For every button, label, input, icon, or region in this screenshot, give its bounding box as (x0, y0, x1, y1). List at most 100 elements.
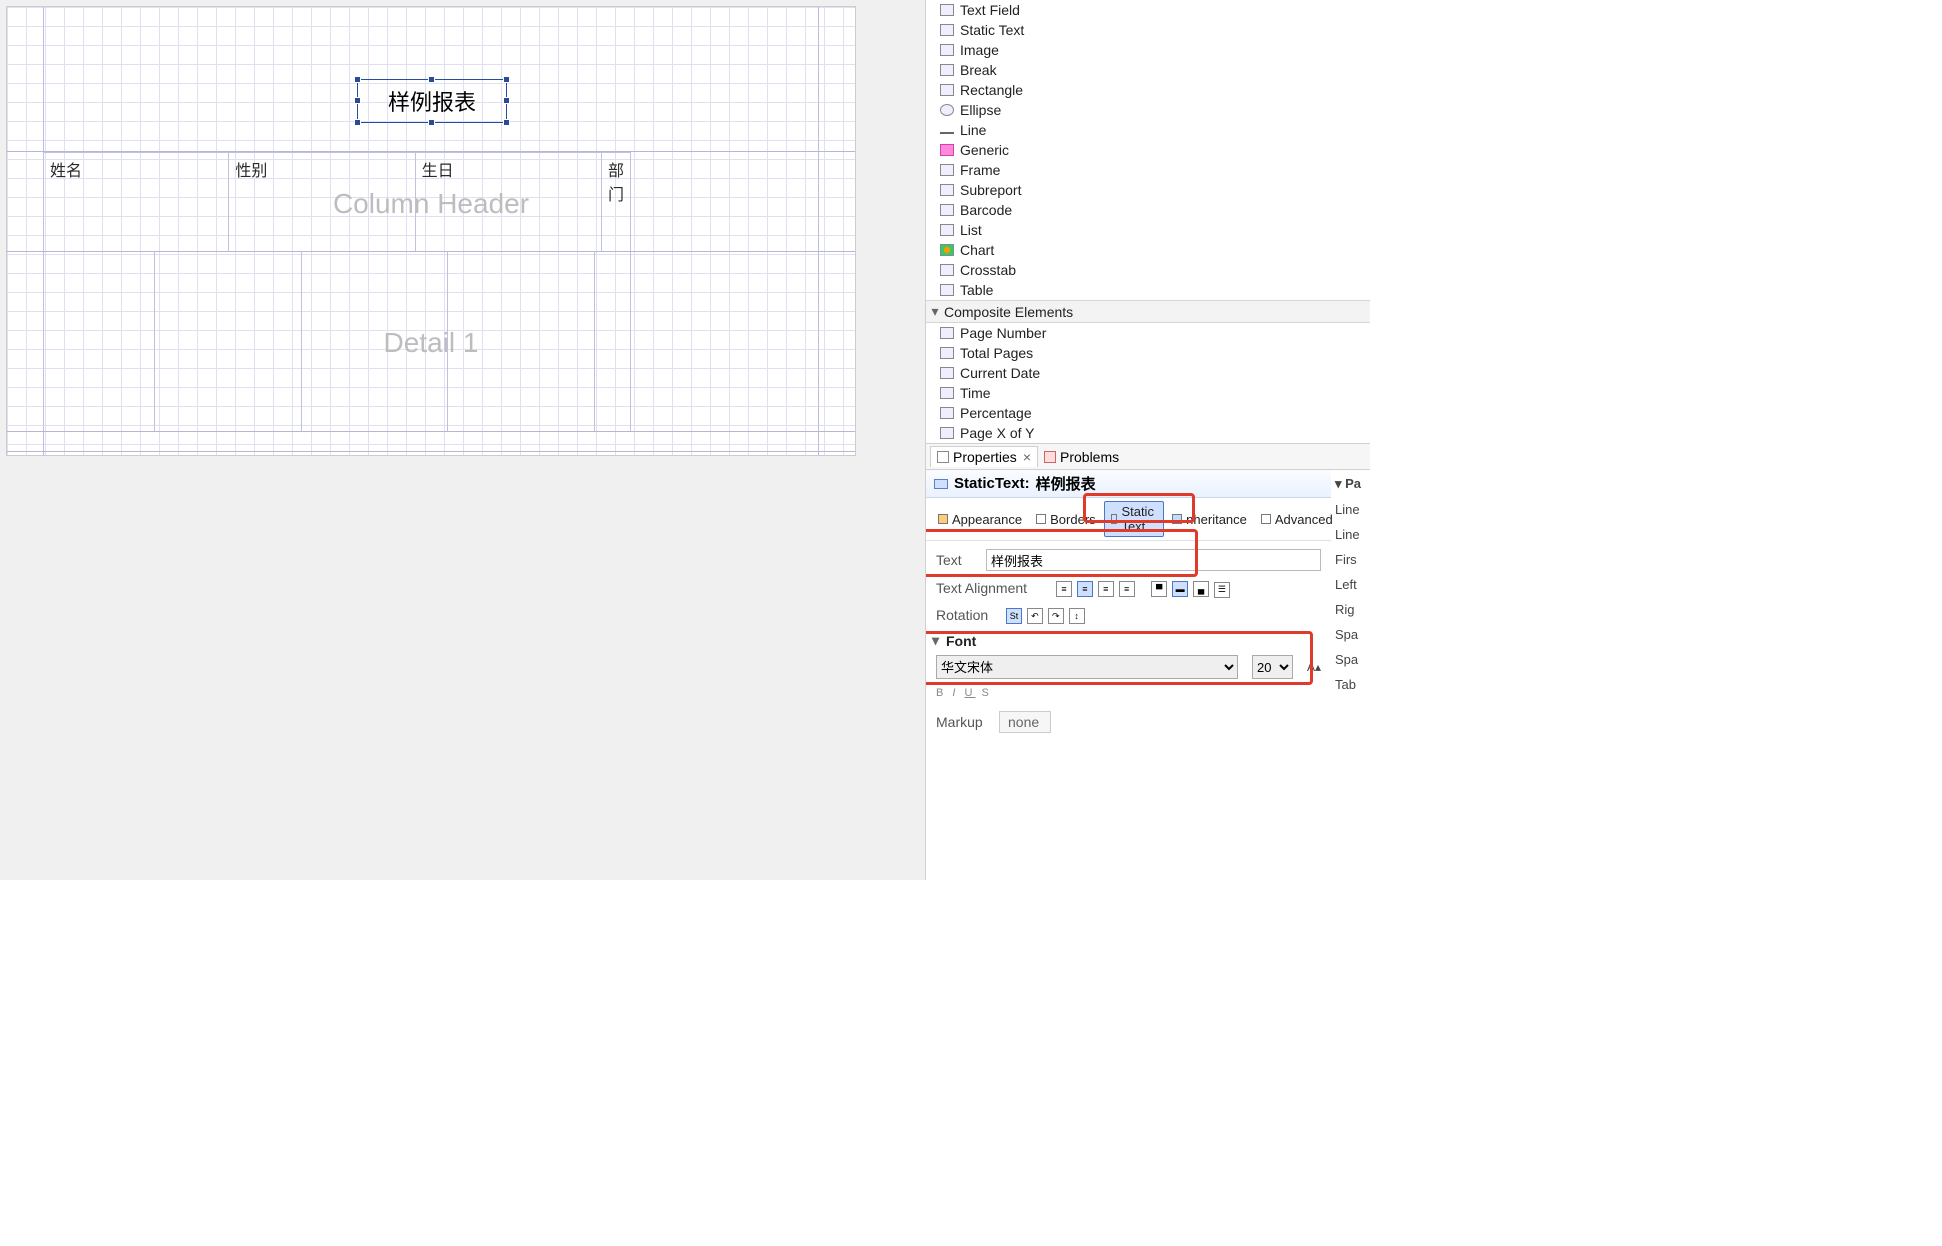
valign-middle-button[interactable]: ▬ (1172, 581, 1188, 597)
palette-item-total-pages[interactable]: Total Pages (926, 343, 1370, 363)
properties-view: StaticText: 样例报表 Appearance Borders Stat… (926, 469, 1370, 880)
bold-button[interactable]: B (936, 687, 946, 699)
image-icon (940, 44, 954, 56)
right-panel: Text Field Static Text Image Break Recta… (925, 0, 1370, 880)
page-x-of-y-icon (940, 427, 954, 439)
paragraph-row: Firs (1335, 552, 1366, 567)
palette-item-subreport[interactable]: Subreport (926, 180, 1370, 200)
italic-button[interactable]: I (952, 687, 958, 699)
static-text-icon (940, 24, 954, 36)
align-left-button[interactable]: ≡ (1056, 581, 1072, 597)
detail-band[interactable]: Detail 1 (7, 252, 855, 432)
chart-icon (940, 244, 954, 256)
resize-handle[interactable] (503, 97, 510, 104)
palette-item-image[interactable]: Image (926, 40, 1370, 60)
align-justify-button[interactable]: ≡ (1119, 581, 1135, 597)
valign-top-button[interactable]: ▀ (1151, 581, 1167, 597)
app-root: 样例报表 姓名 性别 生日 部门 Column Header (0, 0, 1370, 880)
palette-item-page-x-of-y[interactable]: Page X of Y (926, 423, 1370, 443)
title-band[interactable]: 样例报表 (7, 7, 855, 152)
percentage-icon (940, 407, 954, 419)
rotation-label: Rotation (936, 607, 996, 623)
resize-handle[interactable] (428, 76, 435, 83)
static-text-icon (1111, 514, 1118, 524)
rotate-right-button[interactable]: ↷ (1048, 608, 1064, 624)
collapse-icon: ▾ (932, 632, 942, 649)
rotate-left-button[interactable]: ↶ (1027, 608, 1043, 624)
selected-static-text-label: 样例报表 (388, 85, 476, 117)
palette-item-crosstab[interactable]: Crosstab (926, 260, 1370, 280)
palette-item-table[interactable]: Table (926, 280, 1370, 300)
palette-item-time[interactable]: Time (926, 383, 1370, 403)
selected-static-text[interactable]: 样例报表 (357, 79, 507, 123)
palette-item-generic[interactable]: Generic (926, 140, 1370, 160)
valign-bottom-button[interactable]: ▄ (1193, 581, 1209, 597)
view-tabs: Properties × Problems (926, 443, 1370, 469)
borders-icon (1036, 514, 1046, 524)
palette-item-text-field[interactable]: Text Field (926, 0, 1370, 20)
palette-item-frame[interactable]: Frame (926, 160, 1370, 180)
resize-handle[interactable] (354, 76, 361, 83)
paragraph-row: Spa (1335, 652, 1366, 667)
rotation-row: Rotation St ↶ ↷ ↕ (936, 606, 1321, 625)
palette-item-chart[interactable]: Chart (926, 240, 1370, 260)
tab-problems[interactable]: Problems (1038, 447, 1125, 467)
prop-tab-appearance[interactable]: Appearance (932, 510, 1028, 529)
valign-justify-button[interactable]: ☰ (1214, 582, 1230, 598)
palette-item-ellipse[interactable]: Ellipse (926, 100, 1370, 120)
markup-row: Markup none (936, 711, 1321, 733)
resize-handle[interactable] (354, 97, 361, 104)
close-icon[interactable]: × (1023, 449, 1031, 465)
resize-handle[interactable] (503, 76, 510, 83)
palette-composite-group: Page Number Total Pages Current Date Tim… (926, 323, 1370, 443)
tab-properties[interactable]: Properties × (930, 446, 1038, 467)
palette-item-rectangle[interactable]: Rectangle (926, 80, 1370, 100)
prop-tab-borders[interactable]: Borders (1030, 510, 1102, 529)
prop-tab-static-text[interactable]: Static Text (1104, 501, 1165, 537)
palette-item-line[interactable]: Line (926, 120, 1370, 140)
paragraph-row: Line (1335, 527, 1366, 542)
font-size-select[interactable]: 20 (1252, 655, 1293, 679)
paragraph-row: Rig (1335, 602, 1366, 617)
report-canvas[interactable]: 样例报表 姓名 性别 生日 部门 Column Header (6, 6, 856, 456)
resize-handle[interactable] (428, 119, 435, 126)
palette-item-page-number[interactable]: Page Number (926, 323, 1370, 343)
properties-title: StaticText: 样例报表 (926, 470, 1331, 498)
rotate-upside-button[interactable]: ↕ (1069, 608, 1085, 624)
align-center-button[interactable]: ≡ (1077, 581, 1093, 597)
palette-item-break[interactable]: Break (926, 60, 1370, 80)
font-family-select[interactable]: 华文宋体 (936, 655, 1238, 679)
markup-label: Markup (936, 714, 991, 730)
footer-band[interactable] (7, 432, 855, 452)
font-section-header[interactable]: ▾ Font (932, 632, 1321, 649)
resize-handle[interactable] (503, 119, 510, 126)
prop-tab-inheritance[interactable]: nheritance (1166, 510, 1253, 529)
column-header-band[interactable]: Column Header (7, 152, 855, 252)
underline-button[interactable]: U (965, 687, 976, 699)
rotate-none-button[interactable]: St (1006, 608, 1022, 624)
text-field-icon (940, 4, 954, 16)
palette-item-percentage[interactable]: Percentage (926, 403, 1370, 423)
resize-handle[interactable] (354, 119, 361, 126)
palette-item-current-date[interactable]: Current Date (926, 363, 1370, 383)
collapse-icon: ▾ (930, 303, 940, 320)
line-icon (940, 132, 954, 134)
barcode-icon (940, 204, 954, 216)
band-label: Detail 1 (384, 327, 479, 359)
strike-button[interactable]: S (982, 687, 992, 699)
palette-item-barcode[interactable]: Barcode (926, 200, 1370, 220)
text-value-input[interactable] (986, 549, 1321, 571)
align-right-button[interactable]: ≡ (1098, 581, 1114, 597)
palette-item-static-text[interactable]: Static Text (926, 20, 1370, 40)
table-icon (940, 284, 954, 296)
palette-item-list[interactable]: List (926, 220, 1370, 240)
alignment-label: Text Alignment (936, 580, 1046, 596)
increase-font-button[interactable]: A▴ (1307, 660, 1321, 674)
advanced-icon (1261, 514, 1271, 524)
prop-tab-advanced[interactable]: Advanced (1255, 510, 1339, 529)
paragraph-row: Tab (1335, 677, 1366, 692)
calendar-icon (940, 367, 954, 379)
text-field-row: Text (936, 549, 1321, 571)
palette-group-composite[interactable]: ▾ Composite Elements (926, 300, 1370, 323)
markup-select[interactable]: none (999, 711, 1051, 733)
